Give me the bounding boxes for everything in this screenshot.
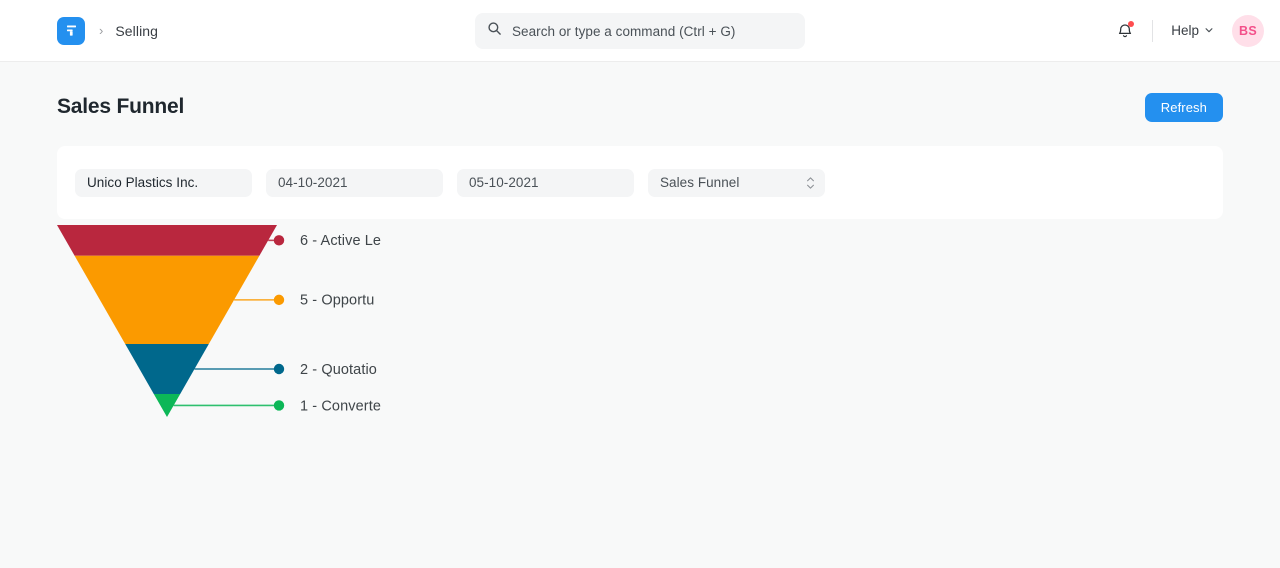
- chevron-down-icon: [1204, 23, 1214, 38]
- top-navbar: › Selling Help: [0, 0, 1280, 62]
- search-box[interactable]: [475, 13, 805, 49]
- funnel-legend-dot: [274, 295, 284, 305]
- company-filter-input[interactable]: [75, 169, 252, 197]
- page-title: Sales Funnel: [57, 95, 184, 119]
- notification-unread-dot: [1128, 21, 1134, 27]
- filter-bar: Sales Funnel: [57, 146, 1223, 219]
- breadcrumb-separator-icon: ›: [99, 24, 103, 37]
- from-date-filter-input[interactable]: [266, 169, 443, 197]
- funnel-legend-dot: [274, 400, 284, 410]
- help-menu-button[interactable]: Help: [1167, 18, 1218, 43]
- notifications-button[interactable]: [1108, 14, 1142, 48]
- help-menu-label: Help: [1171, 23, 1199, 38]
- funnel-legend-label: 6 - Active Le: [300, 233, 381, 249]
- chart-type-select[interactable]: Sales Funnel: [648, 169, 825, 197]
- page-actions: Refresh: [1145, 93, 1223, 122]
- user-avatar[interactable]: BS: [1232, 15, 1264, 47]
- chart-type-filter: Sales Funnel: [648, 169, 825, 197]
- funnel-legend: 6 - Active Le 5 - Opportu 2 - Quotatio 1 - …: [300, 233, 381, 414]
- navbar-divider: [1152, 20, 1153, 42]
- funnel-segment[interactable]: [57, 225, 277, 256]
- funnel-legend-label: 2 - Quotatio: [300, 362, 377, 378]
- navbar-search-group: [475, 13, 805, 49]
- erpnext-logo-icon[interactable]: [57, 17, 85, 45]
- sales-funnel-chart: 6 - Active Le 5 - Opportu 2 - Quotatio 1 - …: [57, 219, 390, 509]
- funnel-svg: 6 - Active Le 5 - Opportu 2 - Quotatio 1 - …: [57, 219, 390, 509]
- search-input[interactable]: [512, 24, 793, 39]
- navbar-right-group: Help BS: [1108, 14, 1264, 48]
- refresh-button[interactable]: Refresh: [1145, 93, 1223, 122]
- breadcrumb-selling-link[interactable]: Selling: [115, 23, 158, 39]
- to-date-filter-input[interactable]: [457, 169, 634, 197]
- funnel-segments: [57, 225, 277, 417]
- funnel-legend-label: 1 - Converte: [300, 398, 381, 414]
- funnel-legend-dot: [274, 235, 284, 245]
- funnel-legend-label: 5 - Opportu: [300, 293, 374, 309]
- search-icon: [487, 21, 502, 41]
- funnel-legend-dot: [274, 364, 284, 374]
- navbar-left-group: › Selling: [57, 17, 158, 45]
- funnel-segment[interactable]: [75, 256, 260, 344]
- page-header: Sales Funnel Refresh: [0, 62, 1280, 124]
